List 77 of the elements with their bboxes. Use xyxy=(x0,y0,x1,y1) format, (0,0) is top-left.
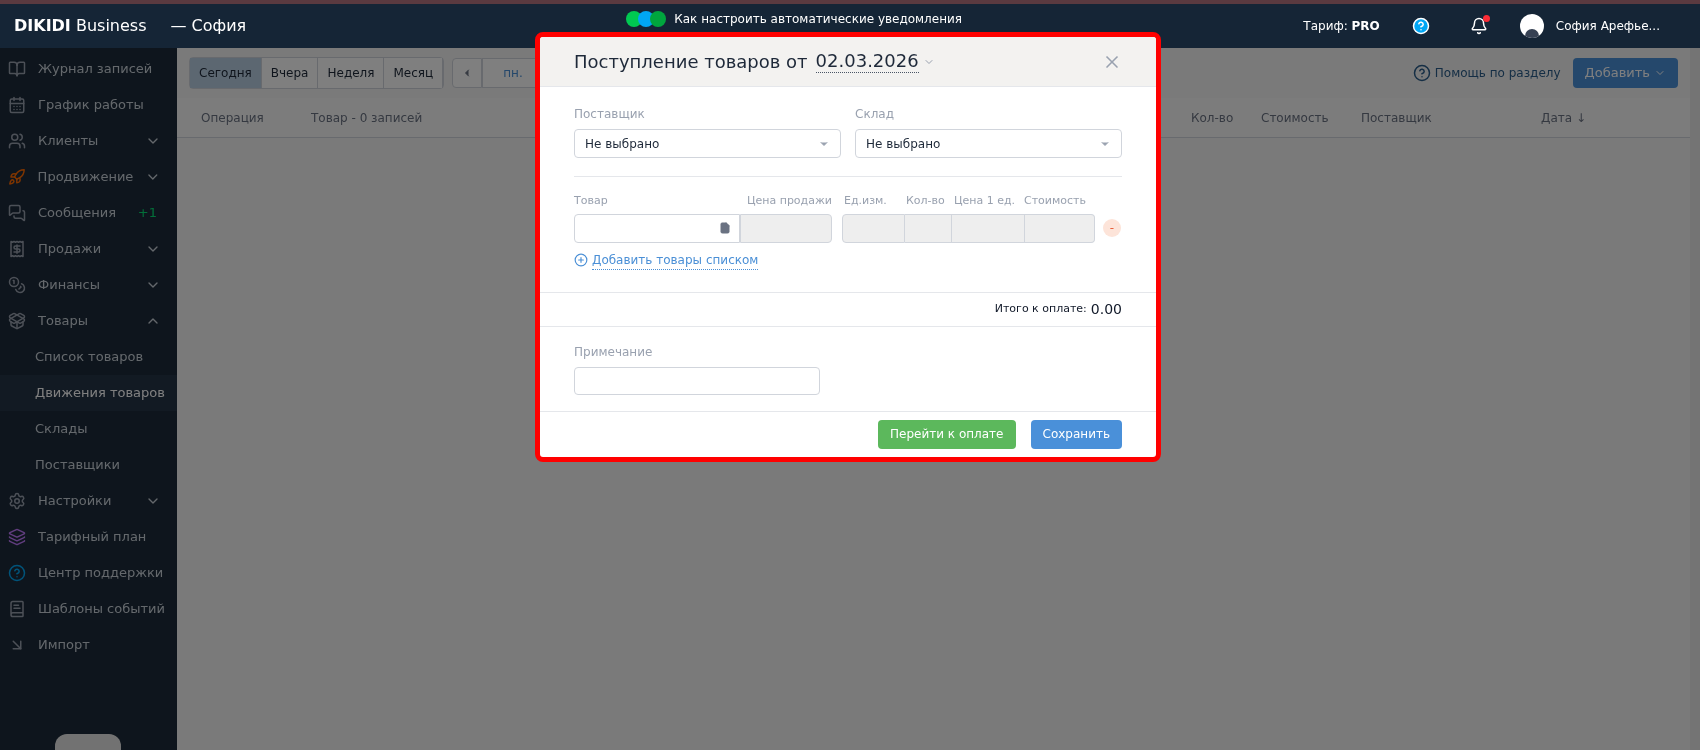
chat-icon xyxy=(8,204,26,222)
help-icon xyxy=(1412,64,1431,82)
product-field[interactable] xyxy=(574,213,740,243)
people-icon xyxy=(8,132,26,150)
sidebar-subitem[interactable]: Склады xyxy=(0,411,177,447)
sidebar-item[interactable]: Товары xyxy=(0,303,177,339)
add-icon xyxy=(574,253,588,267)
column-label: Цена 1 ед. xyxy=(954,193,1017,209)
avatar[interactable] xyxy=(1519,14,1544,38)
rocket-icon xyxy=(8,168,26,186)
column-label: Стоимость xyxy=(1024,193,1087,209)
settings-icon xyxy=(8,492,26,510)
add-button[interactable]: Добавить xyxy=(1572,58,1678,88)
message-count: +1 xyxy=(137,204,157,223)
total-label: Итого к оплате: xyxy=(994,300,1087,317)
messenger-icons xyxy=(626,11,667,27)
sidebar-item[interactable]: Финансы xyxy=(0,267,177,303)
total-amount: 0.00 xyxy=(1090,299,1122,319)
period-tab[interactable]: Месяц xyxy=(384,58,444,88)
note-field[interactable] xyxy=(574,366,820,395)
column-label: Ед.изм. xyxy=(844,193,888,209)
column-label: Товар xyxy=(574,193,609,209)
sidebar-item[interactable]: Центр поддержки xyxy=(0,555,177,591)
coins-icon xyxy=(8,276,26,294)
sidebar-item[interactable]: Продажи xyxy=(0,231,177,267)
save-button[interactable]: Сохранить xyxy=(1030,419,1122,449)
period-tab[interactable]: Неделя xyxy=(318,58,385,88)
sidebar-item[interactable]: Шаблоны событий xyxy=(0,591,177,627)
brand-logo[interactable]: DIKIDI Business xyxy=(14,14,147,38)
field-label: Поставщик xyxy=(574,106,646,123)
column-header[interactable]: Дата ↓ xyxy=(1541,108,1621,127)
sidebar-item[interactable]: Сообщения +1 xyxy=(0,195,177,231)
help-icon[interactable] xyxy=(1411,17,1430,35)
layers-icon xyxy=(8,528,26,546)
column-header[interactable]: Поставщик xyxy=(1361,108,1541,127)
sidebar-item[interactable]: Клиенты xyxy=(0,123,177,159)
book-icon xyxy=(8,600,26,618)
field-label: Склад xyxy=(855,106,895,123)
period-tab[interactable]: Сегодня xyxy=(190,58,262,88)
sidebar-item[interactable]: Журнал записей xyxy=(0,51,177,87)
column-header[interactable]: Операция xyxy=(201,108,311,127)
field-label: Примечание xyxy=(574,343,654,361)
period-tab[interactable]: Вчера xyxy=(261,58,319,88)
receipt-icon xyxy=(8,240,26,258)
account-name: — София xyxy=(170,15,247,37)
user-name[interactable]: София Арефье... xyxy=(1555,17,1660,35)
sidebar-item[interactable]: Импорт xyxy=(0,627,177,663)
sidebar-subitem[interactable]: Движения товаров xyxy=(0,375,177,411)
column-label: Цена продажи xyxy=(745,193,832,209)
tariff-label: Тариф: PRO xyxy=(1303,18,1380,35)
column-header[interactable]: Стоимость xyxy=(1261,108,1361,127)
calendar-icon xyxy=(8,96,26,114)
help-icon xyxy=(8,564,26,582)
sidebar-item[interactable]: Настройки xyxy=(0,483,177,519)
cost-field xyxy=(1025,213,1095,243)
document-icon xyxy=(719,222,731,234)
book-icon xyxy=(8,60,26,78)
quantity-field xyxy=(905,213,952,243)
unit-field xyxy=(842,213,905,243)
bell-icon[interactable] xyxy=(1469,17,1488,35)
column-label: Кол-во xyxy=(906,193,946,209)
dialog-title: Поступление товаров от xyxy=(574,50,808,74)
sidebar-item[interactable]: Продвижение xyxy=(0,159,177,195)
pay-button[interactable]: Перейти к оплате xyxy=(878,419,1016,449)
help-link[interactable]: Помощь по разделу xyxy=(1412,64,1561,82)
promo-link[interactable]: Как настроить автоматические уведомления xyxy=(674,10,963,28)
select-field[interactable]: Не выбрано xyxy=(574,129,841,158)
sidebar-item[interactable]: Тарифный план xyxy=(0,519,177,555)
sidebar-subitem[interactable]: Список товаров xyxy=(0,339,177,375)
add-list-link[interactable]: Добавить товары списком xyxy=(592,250,759,270)
collapse-handle[interactable] xyxy=(55,734,121,750)
remove-row-button[interactable]: - xyxy=(1103,219,1121,237)
select-field[interactable]: Не выбрано xyxy=(855,129,1122,158)
sidebar-item[interactable]: График работы xyxy=(0,87,177,123)
sidebar-subitem[interactable]: Поставщики xyxy=(0,447,177,483)
date-picker[interactable]: 02.03.2026 xyxy=(815,49,919,74)
column-header[interactable]: Кол-во xyxy=(1191,108,1261,127)
